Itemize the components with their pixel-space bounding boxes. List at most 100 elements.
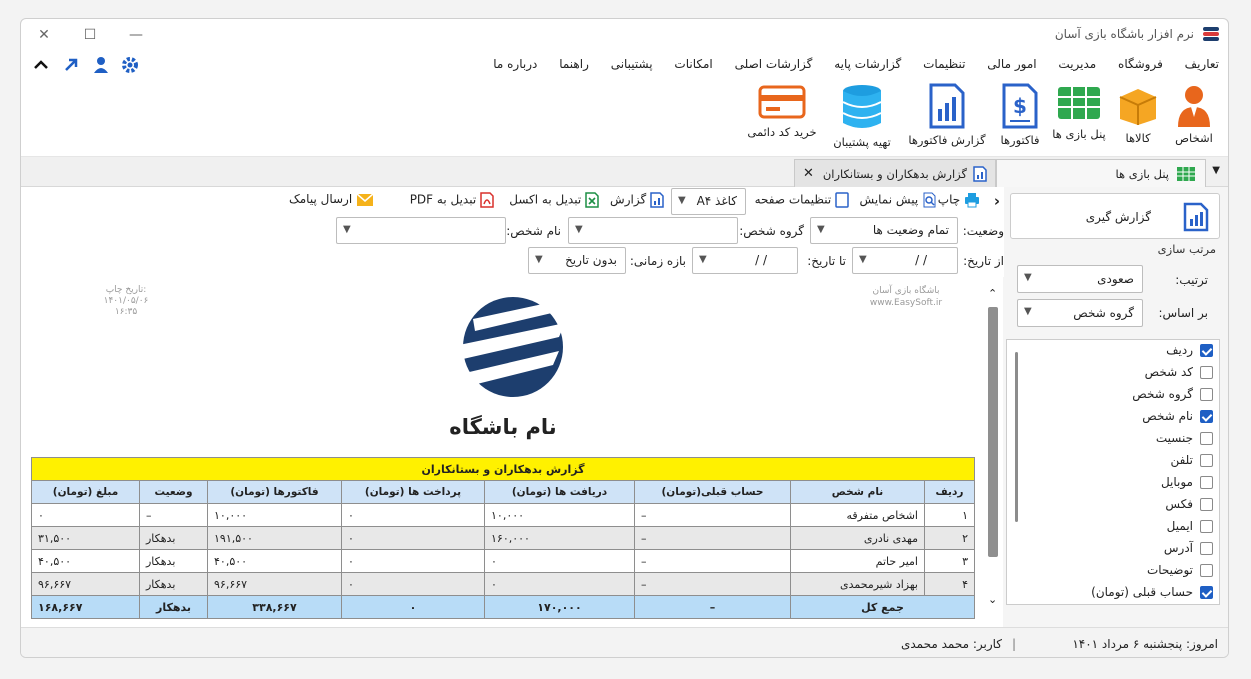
page-settings-button[interactable]: تنظیمات صفحه: [755, 192, 849, 212]
column-checkbox-person-name[interactable]: نام شخص: [1017, 406, 1213, 428]
report-button[interactable]: گزارش: [610, 192, 664, 212]
person-name-select[interactable]: ▼: [336, 217, 506, 244]
menu-management[interactable]: مدیریت: [1049, 51, 1105, 77]
column-header: فاکتورها (تومان): [207, 480, 342, 504]
checkbox[interactable]: [1200, 388, 1213, 401]
scroll-down-icon[interactable]: ⌄: [988, 593, 997, 606]
print-button[interactable]: چاپ: [938, 192, 980, 212]
person-group-select[interactable]: ▼: [568, 217, 738, 244]
basis-select[interactable]: گروه شخص ▼: [1017, 299, 1143, 327]
backup-button[interactable]: تهیه پشتیبان: [822, 79, 902, 153]
menu-settings[interactable]: تنظیمات: [914, 51, 974, 77]
products-button[interactable]: کالاها: [1110, 79, 1166, 153]
preview-scrollbar[interactable]: ⌃ ⌄: [986, 287, 1000, 619]
menu-support[interactable]: پشتیبانی: [602, 51, 662, 77]
total-row: جمع کل – ۱۷۰,۰۰۰ ۰ ۳۳۸,۶۶۷ بدهکار ۱۶۸,۶۶…: [31, 595, 975, 619]
checkbox[interactable]: [1200, 344, 1213, 357]
chevron-down-icon: ▼: [699, 254, 707, 265]
column-checkbox-gender[interactable]: جنسیت: [1017, 428, 1213, 450]
status-select[interactable]: تمام وضعیت ها ▼: [810, 217, 958, 244]
column-checkbox-email[interactable]: ایمیل: [1017, 516, 1213, 538]
column-header: دریافت ها (تومان): [484, 480, 635, 504]
menu-about[interactable]: درباره ما: [484, 51, 546, 77]
column-checkbox-person-group[interactable]: گروه شخص: [1017, 384, 1213, 406]
column-checkbox-fax[interactable]: فکس: [1017, 494, 1213, 516]
invoice-report-button[interactable]: گزارش فاکتورها: [902, 79, 992, 153]
minimize-icon[interactable]: —: [125, 25, 147, 45]
export-excel-button[interactable]: تبدیل به اکسل: [509, 192, 599, 212]
column-checkbox-row[interactable]: ردیف: [1017, 340, 1213, 362]
column-checkbox-notes[interactable]: توضیحات: [1017, 560, 1213, 582]
column-checkbox-previous-balance[interactable]: حساب قبلی (تومان): [1017, 582, 1213, 604]
menu-basic-reports[interactable]: گزارشات پایه: [825, 51, 910, 77]
menu-main-reports[interactable]: گزارشات اصلی: [726, 51, 822, 77]
columns-checklist: ردیف کد شخص گروه شخص نام شخص جنسیت تلفن …: [1006, 339, 1220, 605]
checkbox[interactable]: [1200, 454, 1213, 467]
chevron-down-icon: ▼: [1024, 272, 1032, 283]
column-checkbox-person-code[interactable]: کد شخص: [1017, 362, 1213, 384]
grid-icon: [1058, 87, 1100, 119]
menu-store[interactable]: فروشگاه: [1109, 51, 1172, 77]
printer-icon: [965, 193, 979, 208]
report-preview: تاریخ چاپ: ۱۴۰۱/۰۵/۰۶ ۱۶:۳۵ باشگاه بازی …: [31, 277, 986, 619]
from-date-picker[interactable]: / / ▼: [852, 247, 958, 274]
order-select[interactable]: صعودی ▼: [1017, 265, 1143, 293]
print-date-block: تاریخ چاپ: ۱۴۰۱/۰۵/۰۶ ۱۶:۳۵: [103, 285, 149, 317]
checkbox[interactable]: [1200, 564, 1213, 577]
period-select[interactable]: بدون تاریخ ▼: [528, 247, 626, 274]
scroll-thumb[interactable]: [988, 307, 998, 557]
column-header: ردیف: [924, 480, 975, 504]
column-header: پرداخت ها (تومان): [341, 480, 485, 504]
tab-game-panel[interactable]: پنل بازی ها: [996, 159, 1206, 187]
export-pdf-button[interactable]: تبدیل به PDF: [410, 192, 494, 212]
person-group-label: گروه شخص:: [739, 224, 804, 238]
print-preview-button[interactable]: پیش نمایش: [860, 192, 938, 212]
paper-size-select[interactable]: کاغذ A۴ ▼: [671, 188, 746, 215]
invoices-button[interactable]: $ فاکتورها: [992, 79, 1048, 153]
maximize-icon[interactable]: ☐: [79, 25, 101, 45]
game-panel-button[interactable]: پنل بازی ها: [1048, 79, 1110, 153]
column-checkbox-address[interactable]: آدرس: [1017, 538, 1213, 560]
checkbox[interactable]: [1200, 520, 1213, 533]
menu-help[interactable]: راهنما: [550, 51, 598, 77]
checkbox[interactable]: [1200, 432, 1213, 445]
menu-finance[interactable]: امور مالی: [978, 51, 1045, 77]
column-checkbox-mobile[interactable]: موبایل: [1017, 472, 1213, 494]
menu-definitions[interactable]: تعاریف: [1176, 51, 1228, 77]
external-link-icon[interactable]: [61, 55, 81, 75]
period-label: بازه زمانی:: [629, 254, 686, 268]
to-date-picker[interactable]: / / ▼: [692, 247, 798, 274]
generate-report-button[interactable]: گزارش گیری: [1010, 193, 1220, 239]
send-sms-button[interactable]: ارسال پیامک: [289, 192, 374, 212]
checkbox[interactable]: [1200, 586, 1213, 599]
collapse-ribbon-icon[interactable]: [31, 55, 51, 75]
close-tab-icon[interactable]: ✕: [803, 166, 814, 181]
buy-code-button[interactable]: خرید کد دائمی: [742, 79, 822, 153]
chevron-down-icon: ▼: [535, 254, 543, 265]
tabs-dropdown-icon[interactable]: ▼: [1212, 165, 1220, 176]
today-date: امروز: پنجشنبه ۶ مرداد ۱۴۰۱: [1072, 637, 1218, 651]
magnifier-icon: [923, 192, 936, 208]
scroll-up-icon[interactable]: ⌃: [988, 287, 997, 300]
invoice-icon: $: [1002, 83, 1038, 129]
user-icon[interactable]: [91, 55, 111, 75]
chevron-left-icon[interactable]: ‹: [994, 192, 1000, 212]
checkbox[interactable]: [1200, 476, 1213, 489]
menu-features[interactable]: امکانات: [665, 51, 721, 77]
checkbox[interactable]: [1200, 542, 1213, 555]
chevron-down-icon: ▼: [817, 224, 825, 235]
quick-access: [31, 55, 146, 75]
close-icon[interactable]: ✕: [33, 25, 55, 45]
chevron-down-icon: ▼: [1024, 306, 1032, 317]
checkbox[interactable]: [1200, 366, 1213, 379]
persons-button[interactable]: اشخاص: [1166, 79, 1222, 153]
envelope-icon: [356, 192, 374, 206]
tab-debtors-report[interactable]: گزارش بدهکاران و بستانکاران ✕: [794, 159, 996, 187]
table-row: ۳ امیر حاتم – ۰ ۰ ۴۰,۵۰۰ بدهکار ۴۰,۵۰۰: [31, 549, 975, 573]
app-window: نرم افزار باشگاه بازی آسان ✕ ☐ — تعاریف …: [20, 18, 1229, 658]
checkbox[interactable]: [1200, 498, 1213, 511]
column-checkbox-phone[interactable]: تلفن: [1017, 450, 1213, 472]
credit-card-icon: [758, 85, 806, 119]
checkbox[interactable]: [1200, 410, 1213, 423]
gear-icon[interactable]: [120, 55, 140, 75]
